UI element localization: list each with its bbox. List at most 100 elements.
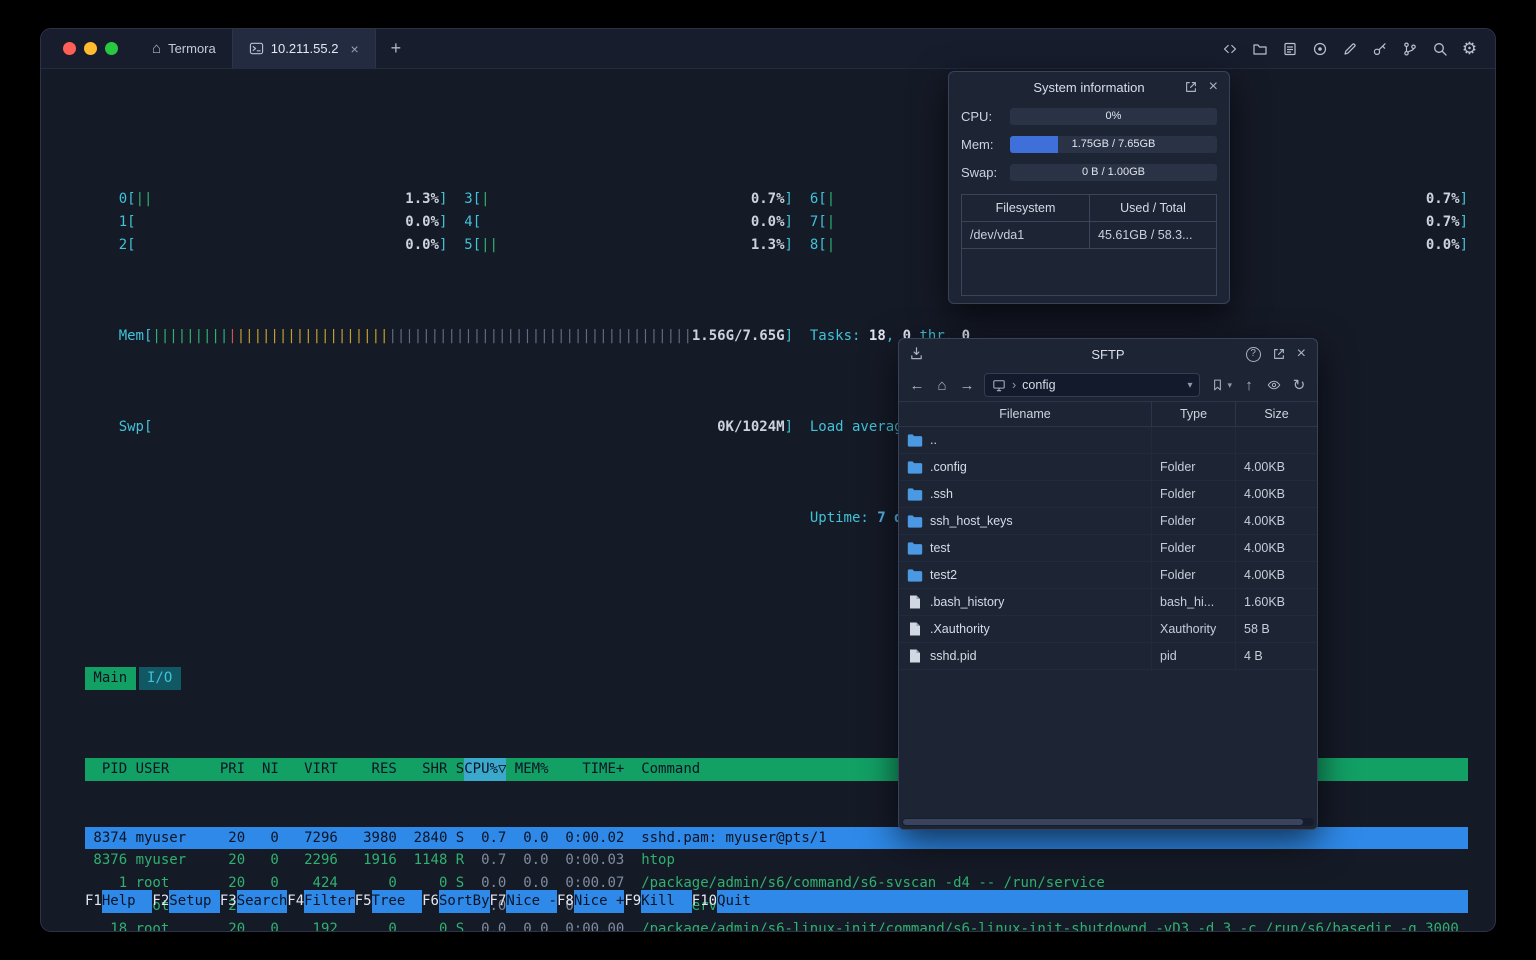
file-size: 4.00KB (1235, 481, 1317, 507)
cpu-usage-bar: 0% (1010, 107, 1217, 125)
fn-label-f9[interactable]: Kill (641, 890, 692, 913)
column-header-s[interactable]: S (447, 758, 464, 781)
file-type: pid (1151, 643, 1235, 669)
column-header-mem[interactable]: MEM% (506, 758, 549, 781)
column-header-virt[interactable]: VIRT (279, 758, 338, 781)
column-header-cpu[interactable]: CPU%▽ (464, 758, 507, 781)
file-row[interactable]: sshd.pid pid 4 B (899, 643, 1317, 670)
key-icon[interactable] (1371, 40, 1388, 57)
htop-tab-io[interactable]: I/O (138, 666, 181, 690)
cpu-meter-1: 1[0.0%] (118, 213, 448, 230)
panel-title: System information (1033, 79, 1145, 95)
help-icon[interactable]: ? (1245, 346, 1261, 362)
column-header-size[interactable]: Size (1235, 402, 1317, 426)
fn-label-f1[interactable]: Help (101, 890, 153, 913)
fn-key-f1[interactable]: F1 (85, 890, 102, 913)
mem-bar-pipes: ||||||||||||||||||||||||||||||||||||||||… (152, 327, 692, 344)
column-header-res[interactable]: RES (338, 758, 397, 781)
htop-tab-main[interactable]: Main (85, 666, 136, 690)
horizontal-scrollbar[interactable] (902, 818, 1314, 826)
record-icon[interactable] (1311, 40, 1328, 57)
column-header-filename[interactable]: Filename (899, 402, 1151, 426)
show-hidden-icon[interactable] (1266, 378, 1282, 392)
close-window-button[interactable] (63, 42, 76, 55)
branch-icon[interactable] (1401, 40, 1418, 57)
file-size: 4.00KB (1235, 508, 1317, 534)
transfers-icon[interactable] (909, 346, 924, 361)
search-icon[interactable] (1431, 40, 1448, 57)
close-panel-icon[interactable]: × (1209, 79, 1218, 95)
sftp-file-list: .. .config Folder 4.00KB .ssh Folder 4.00KB ssh… (899, 427, 1317, 670)
fn-key-f5[interactable]: F5 (355, 890, 372, 913)
close-tab-icon[interactable]: × (350, 41, 358, 57)
file-row[interactable]: .ssh Folder 4.00KB (899, 481, 1317, 508)
file-row[interactable]: test2 Folder 4.00KB (899, 562, 1317, 589)
fn-label-f6[interactable]: SortBy (438, 890, 490, 913)
maximize-window-button[interactable] (105, 42, 118, 55)
fn-key-f8[interactable]: F8 (557, 890, 574, 913)
process-row[interactable]: 8376 myuser 20 0 2296 1916 1148 R 0.7 0.0 0:00.03 h… (85, 849, 1468, 872)
minimize-window-button[interactable] (84, 42, 97, 55)
file-row[interactable]: .config Folder 4.00KB (899, 454, 1317, 481)
file-type: Folder (1151, 535, 1235, 561)
fn-label-f8[interactable]: Nice + (573, 890, 625, 913)
cpu-meter-4: 4[0.0%] (464, 213, 793, 230)
process-row[interactable]: 18 root 20 0 192 0 0 S 0.0 0.0 0:00.00/package/adm… (85, 918, 1468, 931)
column-header-shr[interactable]: SHR (397, 758, 447, 781)
close-panel-icon[interactable]: × (1297, 346, 1306, 362)
path-breadcrumb[interactable]: › config ▾ (984, 373, 1201, 397)
fn-label-f5[interactable]: Tree (371, 890, 423, 913)
swap-value: 0K/1024M (717, 419, 785, 436)
file-size: 4.00KB (1235, 562, 1317, 588)
open-in-window-icon[interactable] (1184, 80, 1198, 94)
column-header-user[interactable]: USER (127, 758, 211, 781)
log-icon[interactable] (1281, 40, 1298, 57)
code-icon[interactable] (1221, 40, 1238, 57)
folder-icon (907, 487, 923, 501)
fn-key-f9[interactable]: F9 (624, 890, 641, 913)
fn-label-f3[interactable]: Search (236, 890, 288, 913)
scrollbar-thumb[interactable] (903, 819, 1303, 825)
home-icon[interactable]: ⌂ (934, 378, 950, 393)
session-tab-label: 10.211.55.2 (270, 41, 339, 56)
open-in-window-icon[interactable] (1272, 347, 1286, 361)
file-row[interactable]: test Folder 4.00KB (899, 535, 1317, 562)
fn-label-f10[interactable]: Quit (717, 890, 768, 913)
column-header-type[interactable]: Type (1151, 402, 1235, 426)
bookmarks-button[interactable]: ▾ (1209, 378, 1232, 392)
parent-directory-icon[interactable]: ↑ (1241, 378, 1257, 393)
path-segment[interactable]: config (1022, 378, 1055, 392)
filesystem-row[interactable]: /dev/vda1 45.61GB / 58.3... (962, 222, 1216, 249)
file-row[interactable]: .bash_history bash_hi... 1.60KB (899, 589, 1317, 616)
file-row[interactable]: .Xauthority Xauthority 58 B (899, 616, 1317, 643)
computer-icon (992, 379, 1006, 392)
fn-key-f7[interactable]: F7 (490, 890, 507, 913)
fn-label-f2[interactable]: Setup (169, 890, 220, 913)
folder-icon[interactable] (1251, 40, 1268, 57)
chevron-down-icon[interactable]: ▾ (1187, 380, 1192, 391)
back-icon[interactable]: ← (909, 378, 925, 393)
column-header-ni[interactable]: NI (245, 758, 279, 781)
pencil-icon[interactable] (1341, 40, 1358, 57)
fn-key-f2[interactable]: F2 (152, 890, 169, 913)
file-row[interactable]: .. (899, 427, 1317, 454)
file-icon (907, 649, 923, 663)
new-tab-button[interactable]: + (376, 29, 417, 68)
fn-label-f7[interactable]: Nice - (506, 890, 557, 913)
home-tab-label: Termora (168, 41, 216, 56)
column-header-time[interactable]: TIME+ (549, 758, 624, 781)
fn-key-f6[interactable]: F6 (422, 890, 439, 913)
refresh-icon[interactable]: ↻ (1291, 378, 1307, 393)
column-header-filesystem: Filesystem (962, 195, 1090, 221)
forward-icon[interactable]: → (959, 378, 975, 393)
fn-key-f10[interactable]: F10 (692, 890, 717, 913)
tab-session[interactable]: 10.211.55.2 × (231, 29, 376, 68)
fn-key-f4[interactable]: F4 (287, 890, 304, 913)
column-header-pid[interactable]: PID (85, 758, 127, 781)
file-row[interactable]: ssh_host_keys Folder 4.00KB (899, 508, 1317, 535)
tab-termora-home[interactable]: ⌂ Termora (136, 29, 232, 68)
fn-key-f3[interactable]: F3 (220, 890, 237, 913)
gear-icon[interactable]: ⚙ (1461, 40, 1478, 57)
fn-label-f4[interactable]: Filter (304, 890, 355, 913)
column-header-pri[interactable]: PRI (211, 758, 245, 781)
